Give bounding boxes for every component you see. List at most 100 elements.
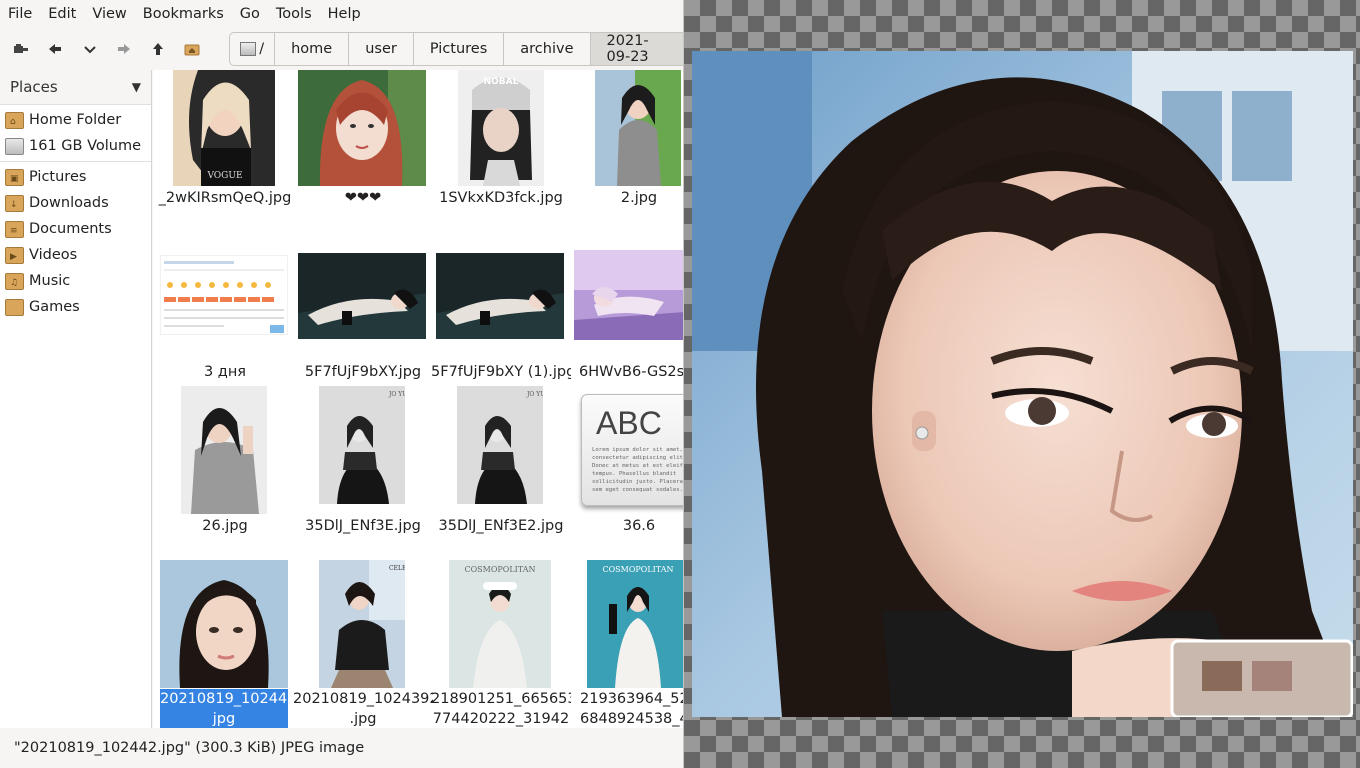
svg-text:CELEB: CELEB — [389, 565, 405, 572]
file-item[interactable]: CELEB 20210819_1024392 .jpg — [293, 560, 433, 728]
breadcrumb-root-label: / — [259, 41, 265, 57]
menu-edit[interactable]: Edit — [40, 0, 84, 28]
sidebar-item-videos[interactable]: ▶ Videos — [0, 242, 151, 268]
up-arrow-icon[interactable] — [141, 31, 175, 67]
sidebar-item-label: Documents — [29, 221, 112, 237]
sidebar-item-label: 161 GB Volume — [29, 138, 142, 154]
file-name: 218901251_665653 — [431, 691, 571, 707]
breadcrumb-home[interactable]: home — [274, 32, 349, 66]
file-item[interactable]: 5F7fUjF9bXY (1).jpg — [431, 250, 571, 400]
file-item[interactable]: 5F7fUjF9bXY.jpg — [293, 250, 433, 400]
file-item[interactable]: 26.jpg — [155, 386, 295, 536]
file-name: ❤❤❤ — [344, 190, 382, 206]
drive-icon — [240, 42, 257, 56]
text-document-icon: ABC Lorem ipsum dolor sit amet, consecte… — [581, 394, 684, 506]
sidebar-item-label: Home Folder — [29, 112, 122, 128]
breadcrumb-archive[interactable]: archive — [503, 32, 590, 66]
image-thumbnail — [298, 70, 426, 186]
preview-heading: ABC — [596, 405, 662, 441]
status-bar: "20210819_102442.jpg" (300.3 KiB) JPEG i… — [0, 728, 683, 768]
file-name-selected: 20210819_102442. — [160, 689, 288, 709]
menu-file[interactable]: File — [0, 0, 40, 28]
image-thumbnail: NOBAL — [458, 70, 544, 186]
documents-folder-icon: ≡ — [5, 220, 24, 238]
sidebar-item-home-folder[interactable]: ⌂ Home Folder — [0, 107, 151, 133]
sidebar-item-downloads[interactable]: ↓ Downloads — [0, 190, 151, 216]
file-name-selected: jpg — [160, 709, 288, 728]
places-title: Places — [10, 78, 58, 96]
forward-arrow-icon[interactable] — [107, 31, 141, 67]
sidebar-item-music[interactable]: ♫ Music — [0, 268, 151, 294]
image-thumbnail: VOGUE — [173, 70, 275, 186]
home-folder-icon: ⌂ — [5, 111, 24, 129]
preview-body: Lorem ipsum dolor sit amet, consectetur … — [592, 447, 684, 493]
file-item[interactable]: COSMOPOLITAN 219363964_523 6848924538_42 — [569, 560, 683, 728]
sidebar-item-label: Downloads — [29, 195, 109, 211]
file-name: 35DlJ_ENf3E.jpg — [305, 518, 421, 534]
places-header[interactable]: Places ▼ — [0, 70, 151, 105]
file-item[interactable]: COSMOPOLITAN 218901251_665653 774420222_… — [431, 560, 571, 728]
pictures-folder-icon: ▣ — [5, 168, 24, 186]
svg-text:NOBAL: NOBAL — [484, 77, 519, 87]
open-terminal-icon[interactable] — [4, 31, 38, 67]
file-name: 1SVkxKD3fck.jpg — [439, 190, 563, 206]
image-thumbnail — [298, 253, 426, 339]
file-item[interactable]: VOGUE _2wKIRsmQeQ.jpg — [155, 70, 295, 210]
sidebar-item-label: Games — [29, 299, 80, 315]
history-down-icon[interactable] — [72, 31, 106, 67]
file-name: 3 дня — [203, 364, 247, 380]
file-name: 20210819_1024392 — [293, 691, 433, 707]
file-item[interactable]: ❤❤❤ — [293, 70, 433, 210]
sidebar-item-games[interactable]: Games — [0, 294, 151, 320]
svg-text:JO YURI: JO YURI — [526, 391, 543, 398]
file-item[interactable]: 20210819_102442. jpg — [155, 560, 295, 728]
file-item[interactable]: 6HWvB6-GS2s.jpg — [569, 250, 684, 400]
status-text: "20210819_102442.jpg" (300.3 KiB) JPEG i… — [14, 740, 365, 756]
back-arrow-icon[interactable] — [38, 31, 72, 67]
music-folder-icon: ♫ — [5, 272, 24, 290]
sidebar-item-documents[interactable]: ≡ Documents — [0, 216, 151, 242]
image-thumbnail — [436, 253, 564, 339]
svg-text:JO YURI: JO YURI — [388, 391, 405, 398]
file-item[interactable]: JO YURI 35DlJ_ENf3E2.jpg — [431, 386, 571, 536]
chevron-down-icon[interactable]: ▼ — [132, 80, 141, 94]
file-name: 36.6 — [622, 518, 656, 534]
file-name: 774420222_31942 — [432, 711, 570, 727]
menu-view[interactable]: View — [84, 0, 134, 28]
breadcrumb-user[interactable]: user — [348, 32, 413, 66]
image-thumbnail: COSMOPOLITAN — [587, 560, 683, 688]
menu-go[interactable]: Go — [232, 0, 268, 28]
image-viewer — [684, 0, 1360, 768]
file-name: _2wKIRsmQeQ.jpg — [158, 190, 292, 206]
image-preview[interactable] — [692, 51, 1353, 717]
videos-folder-icon: ▶ — [5, 246, 24, 264]
sidebar-item-pictures[interactable]: ▣ Pictures — [0, 164, 151, 190]
breadcrumb-pictures[interactable]: Pictures — [412, 32, 504, 66]
file-name: 6848924538_42 — [580, 711, 683, 727]
file-item[interactable]: JO YURI 35DlJ_ENf3E.jpg — [293, 386, 433, 536]
breadcrumb-2021-09-23[interactable]: 2021-09-23 — [589, 32, 683, 66]
sidebar-item-label: Pictures — [29, 169, 87, 185]
image-thumbnail: JO YURI — [457, 386, 543, 504]
sidebar-item-label: Videos — [29, 247, 78, 263]
sidebar-item-label: Music — [29, 273, 71, 289]
svg-text:VOGUE: VOGUE — [206, 171, 242, 181]
breadcrumb: / home user Pictures archive 2021-09-23 — [229, 32, 683, 66]
image-thumbnail — [160, 560, 288, 688]
menu-bookmarks[interactable]: Bookmarks — [135, 0, 232, 28]
menu-tools[interactable]: Tools — [268, 0, 320, 28]
text-file-thumbnail — [160, 255, 288, 335]
file-item[interactable]: 2.jpg — [569, 70, 683, 210]
file-icon-view: VOGUE _2wKIRsmQeQ.jpg ❤❤❤ NOBAL 1SVkxKD3… — [153, 70, 684, 728]
file-item[interactable]: ABC Lorem ipsum dolor sit amet, consecte… — [569, 386, 684, 536]
file-item[interactable]: NOBAL 1SVkxKD3fck.jpg — [431, 70, 571, 210]
file-name: .jpg — [349, 711, 377, 727]
menu-help[interactable]: Help — [320, 0, 369, 28]
home-icon[interactable] — [175, 31, 209, 67]
breadcrumb-root[interactable]: / — [229, 32, 275, 66]
image-thumbnail: CELEB — [319, 560, 405, 688]
file-name: 219363964_523 — [580, 691, 683, 707]
file-name: 6HWvB6-GS2s.jpg — [579, 364, 684, 380]
file-item[interactable]: 3 дня — [155, 250, 295, 400]
sidebar-item-volume[interactable]: 161 GB Volume — [0, 133, 151, 159]
